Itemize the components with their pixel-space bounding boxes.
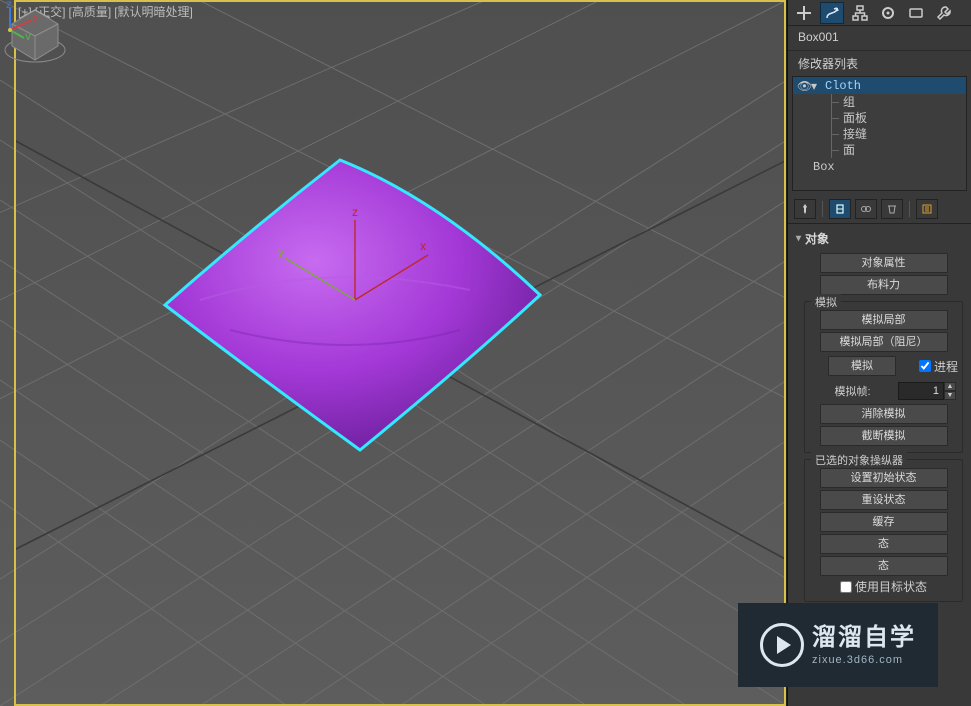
modifier-list-dropdown[interactable]: 修改器列表 xyxy=(788,51,971,74)
simulate-button[interactable]: 模拟 xyxy=(828,356,896,376)
modifier-sub-face[interactable]: 面 xyxy=(793,142,966,158)
modifier-row-box[interactable]: Box xyxy=(793,158,966,176)
display-tab-icon[interactable] xyxy=(904,2,928,24)
state-a-button[interactable]: 态 xyxy=(820,534,948,554)
svg-text:z: z xyxy=(352,205,358,219)
object-properties-button[interactable]: 对象属性 xyxy=(820,253,948,273)
watermark-cn: 溜溜自学 xyxy=(812,622,916,653)
rollout-object-title: 对象 xyxy=(805,230,829,247)
erase-sim-button[interactable]: 消除模拟 xyxy=(820,404,948,424)
sim-local-damped-button[interactable]: 模拟局部（阻尼） xyxy=(820,332,948,352)
use-target-checkbox-input[interactable] xyxy=(840,581,852,593)
hierarchy-tab-icon[interactable] xyxy=(848,2,872,24)
modifier-sub-seam[interactable]: 接缝 xyxy=(793,126,966,142)
modifier-label: Cloth xyxy=(823,79,962,93)
collapse-icon[interactable]: ▾ xyxy=(811,79,823,93)
show-end-result-icon[interactable] xyxy=(829,199,851,219)
cache-button[interactable]: 缓存 xyxy=(820,512,948,532)
play-icon xyxy=(760,623,804,667)
scene-svg: z x y xyxy=(0,0,787,706)
vp-label-shading[interactable]: [默认明暗处理] xyxy=(114,5,193,19)
spinner-down-icon[interactable]: ▼ xyxy=(944,391,956,400)
svg-text:y: y xyxy=(25,29,31,40)
use-target-checkbox-label: 使用目标状态 xyxy=(855,578,927,595)
eye-icon[interactable]: 👁 xyxy=(797,79,811,93)
modify-tab-icon[interactable] xyxy=(820,2,844,24)
modifier-row-cloth[interactable]: 👁 ▾ Cloth xyxy=(793,77,966,94)
simframe-input[interactable] xyxy=(898,382,944,400)
make-unique-icon[interactable] xyxy=(855,199,877,219)
spinner-up-icon[interactable]: ▲ xyxy=(944,382,956,391)
modifier-sub-panel[interactable]: 面板 xyxy=(793,110,966,126)
utilities-tab-icon[interactable] xyxy=(932,2,956,24)
viewport[interactable]: z x y [+] [正交] [高质量] [默认明暗处理] z x y xyxy=(0,0,787,706)
cloth-force-button[interactable]: 布料力 xyxy=(820,275,948,295)
motion-tab-icon[interactable] xyxy=(876,2,900,24)
rollout-object: ▾ 对象 对象属性 布料力 模拟 模拟局部 模拟局部（阻尼） 模拟 进程 模拟帧… xyxy=(792,228,967,604)
group-manipulator-title: 已选的对象操纵器 xyxy=(811,452,907,468)
svg-text:x: x xyxy=(33,11,39,25)
chevron-down-icon: ▾ xyxy=(796,233,801,244)
group-simulate: 模拟 模拟局部 模拟局部（阻尼） 模拟 进程 模拟帧: ▲ xyxy=(804,301,963,453)
truncate-sim-button[interactable]: 截断模拟 xyxy=(820,426,948,446)
sim-local-button[interactable]: 模拟局部 xyxy=(820,310,948,330)
watermark-en: zixue.3d66.com xyxy=(812,653,916,667)
group-simulate-title: 模拟 xyxy=(811,294,841,310)
rollout-object-header[interactable]: ▾ 对象 xyxy=(792,228,967,249)
set-initial-state-button[interactable]: 设置初始状态 xyxy=(820,468,948,488)
svg-text:x: x xyxy=(420,239,426,253)
reset-state-button[interactable]: 重设状态 xyxy=(820,490,948,510)
modifier-sub-group[interactable]: 组 xyxy=(793,94,966,110)
progress-checkbox[interactable]: 进程 xyxy=(919,358,958,375)
axis-gizmo: z x y xyxy=(0,0,40,40)
configure-sets-icon[interactable] xyxy=(916,199,938,219)
simframe-label: 模拟帧: xyxy=(811,383,894,399)
command-panel: Box001 修改器列表 👁 ▾ Cloth 组 面板 接缝 面 Box ▾ 对… xyxy=(787,0,971,706)
create-tab-icon[interactable] xyxy=(792,2,816,24)
modifier-stack[interactable]: 👁 ▾ Cloth 组 面板 接缝 面 Box xyxy=(792,76,967,191)
remove-modifier-icon[interactable] xyxy=(881,199,903,219)
svg-text:z: z xyxy=(6,0,12,11)
group-manipulator: 已选的对象操纵器 设置初始状态 重设状态 缓存 态 态 使用目标状态 xyxy=(804,459,963,602)
panel-tab-toolbar xyxy=(788,0,971,26)
pin-stack-icon[interactable] xyxy=(794,199,816,219)
object-name-field[interactable]: Box001 xyxy=(788,26,971,51)
svg-text:y: y xyxy=(278,245,284,259)
state-b-button[interactable]: 态 xyxy=(820,556,948,576)
use-target-checkbox[interactable]: 使用目标状态 xyxy=(840,578,927,595)
vp-label-quality[interactable]: [高质量] xyxy=(68,5,111,19)
progress-checkbox-label: 进程 xyxy=(934,358,958,375)
watermark: 溜溜自学 zixue.3d66.com xyxy=(738,603,938,687)
progress-checkbox-input[interactable] xyxy=(919,360,931,372)
modifier-stack-toolbar xyxy=(788,195,971,224)
